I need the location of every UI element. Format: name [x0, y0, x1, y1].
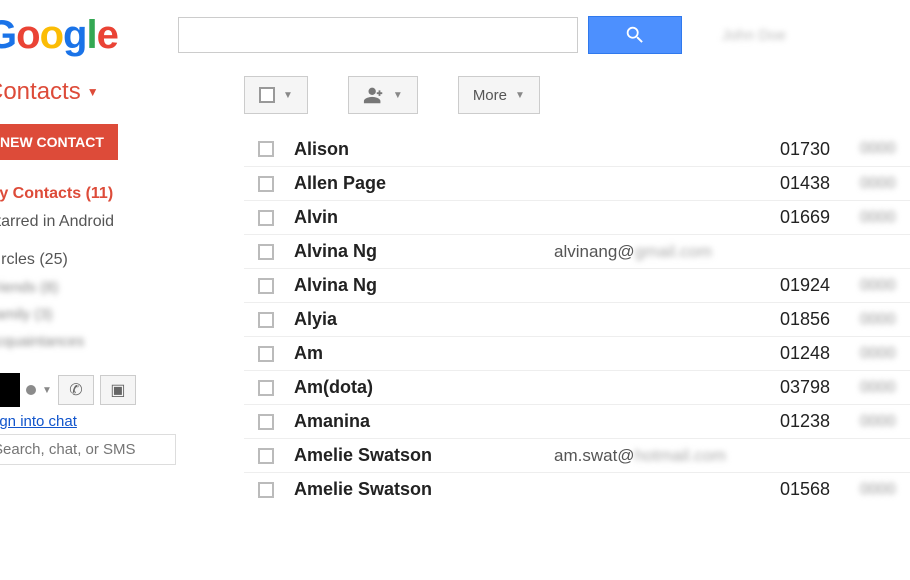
sidebar-item-circles[interactable]: Circles (25) — [0, 246, 200, 274]
contact-phone: 01568 — [780, 479, 860, 500]
sidebar-item-my-contacts[interactable]: My Contacts (11) — [0, 180, 200, 208]
contact-email: alvinang@gmail.com — [554, 242, 780, 262]
contact-row[interactable]: Am 012480000 — [244, 336, 910, 370]
sidebar-item-blurred: Friends (8) — [0, 274, 200, 301]
contacts-dropdown[interactable]: Contacts ▼ — [0, 78, 200, 106]
row-checkbox[interactable] — [258, 176, 274, 192]
contact-name: Allen Page — [294, 173, 554, 194]
row-checkbox[interactable] — [258, 346, 274, 362]
status-dot-icon — [26, 385, 36, 395]
contact-phone-blurred: 0000 — [860, 345, 910, 363]
row-checkbox[interactable] — [258, 380, 274, 396]
sidebar-item-blurred: Family (3) — [0, 301, 200, 328]
contact-phone-blurred: 0000 — [860, 175, 910, 193]
row-checkbox[interactable] — [258, 312, 274, 328]
sidebar: Contacts ▼ NEW CONTACT My Contacts (11) … — [0, 70, 200, 506]
chevron-down-icon[interactable]: ▼ — [42, 385, 52, 396]
row-checkbox[interactable] — [258, 448, 274, 464]
contact-list: Alison017300000Allen Page014380000Alvin0… — [244, 132, 910, 506]
contacts-title-label: Contacts — [0, 78, 81, 106]
contact-name: Alison — [294, 139, 554, 160]
contact-phone-blurred: 0000 — [860, 277, 910, 295]
row-checkbox[interactable] — [258, 244, 274, 260]
row-checkbox[interactable] — [258, 414, 274, 430]
avatar — [0, 373, 20, 407]
new-contact-button[interactable]: NEW CONTACT — [0, 124, 118, 160]
video-chat-button[interactable]: ▣ — [100, 375, 136, 405]
contact-phone-blurred: 0000 — [860, 413, 910, 431]
search-input[interactable] — [178, 17, 578, 53]
select-all-button[interactable]: ▼ — [244, 76, 308, 114]
contact-phone: 01924 — [780, 275, 860, 296]
contact-row[interactable]: Am(dota) 037980000 — [244, 370, 910, 404]
contact-row[interactable]: Alvina Ngalvinang@gmail.com — [244, 234, 910, 268]
contact-row[interactable]: Alison 017300000 — [244, 132, 910, 166]
contact-phone: 03798 — [780, 377, 860, 398]
contact-name: Alvin — [294, 207, 554, 228]
sidebar-item-starred[interactable]: Starred in Android — [0, 208, 200, 236]
row-checkbox[interactable] — [258, 482, 274, 498]
contact-phone-blurred: 0000 — [860, 311, 910, 329]
contact-name: Amelie Swatson — [294, 479, 554, 500]
contact-row[interactable]: Alvina Ng 019240000 — [244, 268, 910, 302]
contact-phone: 01856 — [780, 309, 860, 330]
row-checkbox[interactable] — [258, 141, 274, 157]
contact-phone-blurred: 0000 — [860, 481, 910, 499]
contact-name: Alyia — [294, 309, 554, 330]
person-add-icon — [363, 86, 385, 104]
search-icon — [624, 24, 646, 46]
contact-phone-blurred: 0000 — [860, 140, 910, 158]
phone-icon: ✆ — [69, 380, 82, 400]
chevron-down-icon: ▼ — [393, 90, 403, 101]
contact-row[interactable]: Alvin 016690000 — [244, 200, 910, 234]
contact-row[interactable]: Amelie Swatson 015680000 — [244, 472, 910, 506]
chevron-down-icon: ▼ — [515, 90, 525, 101]
user-info: John Doe — [722, 27, 786, 44]
contact-name: Am(dota) — [294, 377, 554, 398]
contact-phone: 01438 — [780, 173, 860, 194]
contact-row[interactable]: Allen Page 014380000 — [244, 166, 910, 200]
contact-phone-blurred: 0000 — [860, 209, 910, 227]
contact-name: Am — [294, 343, 554, 364]
contact-phone: 01238 — [780, 411, 860, 432]
contact-name: Amanina — [294, 411, 554, 432]
contact-name: Alvina Ng — [294, 275, 554, 296]
contact-phone: 01730 — [780, 139, 860, 160]
content: ▼ ▼ More ▼ Alison017300000Allen Page0143… — [200, 70, 910, 506]
sign-into-chat-link[interactable]: Sign into chat — [0, 413, 77, 430]
contact-name: Amelie Swatson — [294, 445, 554, 466]
contact-phone-blurred: 0000 — [860, 379, 910, 397]
toolbar: ▼ ▼ More ▼ — [244, 76, 910, 114]
call-button[interactable]: ✆ — [58, 375, 94, 405]
chat-search-input[interactable] — [0, 434, 176, 465]
row-checkbox[interactable] — [258, 210, 274, 226]
sidebar-item-blurred: Acquaintances — [0, 328, 200, 355]
google-logo: Google — [0, 13, 118, 58]
contact-row[interactable]: Amelie Swatsonam.swat@hotmail.com — [244, 438, 910, 472]
row-checkbox[interactable] — [258, 278, 274, 294]
chevron-down-icon: ▼ — [87, 85, 99, 99]
contact-phone: 01248 — [780, 343, 860, 364]
search-button[interactable] — [588, 16, 682, 54]
chevron-down-icon: ▼ — [283, 90, 293, 101]
contact-row[interactable]: Alyia 018560000 — [244, 302, 910, 336]
video-icon: ▣ — [110, 380, 125, 400]
contact-name: Alvina Ng — [294, 241, 554, 262]
checkbox-icon — [259, 87, 275, 103]
more-label: More — [473, 87, 507, 104]
more-button[interactable]: More ▼ — [458, 76, 540, 114]
chat-panel: ▼ ✆ ▣ Sign into chat — [0, 373, 200, 465]
contact-email: am.swat@hotmail.com — [554, 446, 780, 466]
contact-phone: 01669 — [780, 207, 860, 228]
header: Google John Doe — [0, 0, 910, 70]
contact-row[interactable]: Amanina 012380000 — [244, 404, 910, 438]
add-to-group-button[interactable]: ▼ — [348, 76, 418, 114]
